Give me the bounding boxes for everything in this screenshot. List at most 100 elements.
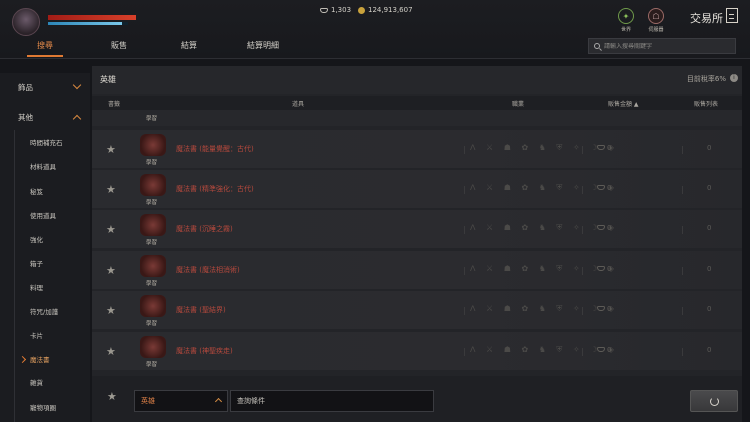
divider <box>582 348 583 356</box>
divider <box>582 267 583 275</box>
price-amount: 0 <box>607 265 612 273</box>
hp-bar-fill <box>48 15 136 20</box>
server-label: 伺服器 <box>648 27 664 33</box>
col-bookmark[interactable]: 書籤 <box>108 99 120 108</box>
search-input[interactable] <box>604 42 724 50</box>
col-price[interactable]: 販售金額 ▲ <box>608 99 639 108</box>
bookmark-star-icon[interactable]: ★ <box>106 345 116 358</box>
bookmark-star-icon[interactable]: ★ <box>106 183 116 196</box>
mp-bar-fill <box>48 22 122 25</box>
tab-sell[interactable]: 販售 <box>96 36 142 56</box>
table-row[interactable]: ★ 學習 魔法書 (神聖疾走) ᐱ ⚔ ☗ ✿ ♞ ⛨ ✧ ☽ ◈ 0 0 <box>92 332 742 370</box>
bookmark-filter-star-icon[interactable]: ★ <box>107 390 117 403</box>
query-conditions-input[interactable]: 查詢條件 <box>230 390 434 412</box>
spellbook-item-icon <box>140 295 166 317</box>
gem-icon <box>597 347 605 352</box>
class-filter-title: 英雄 <box>100 75 116 84</box>
tab-settlement-details[interactable]: 結算明細 <box>236 36 290 56</box>
info-icon[interactable]: i <box>730 74 738 82</box>
gold-amount: 124,913,607 <box>368 6 413 14</box>
price-value: 0 <box>597 305 611 313</box>
class-select-value: 英雄 <box>141 397 155 405</box>
table-row[interactable]: ★ 學習 魔法書 (聖結界) ᐱ ⚔ ☗ ✿ ♞ ⛨ ✧ ☽ ◈ 0 0 <box>92 291 742 329</box>
item-name[interactable]: 魔法書 (沉睡之霧) <box>176 224 233 234</box>
divider <box>582 307 583 315</box>
table-row[interactable]: ★ 學習 魔法書 (精準強化：古代) ᐱ ⚔ ☗ ✿ ♞ ⛨ ✧ ☽ ◈ 0 0 <box>92 170 742 208</box>
sidebar-item-cooking[interactable]: 料理 <box>14 276 90 300</box>
gem-currency: 1,303 <box>320 6 351 14</box>
sidebar-item-pet-collar[interactable]: 寵物項圈 <box>14 396 90 420</box>
world-label: 世界 <box>620 27 631 33</box>
sidebar-item-cards[interactable]: 卡片 <box>14 324 90 348</box>
chevron-down-icon <box>72 80 82 90</box>
class-icons: ᐱ ⚔ ☗ ✿ ♞ ⛨ ✧ ☽ ◈ <box>470 304 619 313</box>
filter-bar: ★ 英雄 查詢條件 <box>92 376 742 422</box>
tax-rate: 目前稅率6% <box>686 75 726 83</box>
class-icons: ᐱ ⚔ ☗ ✿ ♞ ⛨ ✧ ☽ ◈ <box>470 264 619 273</box>
table-row[interactable]: ★ 學習 魔法書 (魔法相消術) ᐱ ⚔ ☗ ✿ ♞ ⛨ ✧ ☽ ◈ 0 0 <box>92 251 742 289</box>
mp-bar <box>48 22 128 25</box>
table-row-partial: 學習 <box>92 110 742 126</box>
item-name[interactable]: 魔法書 (聖結界) <box>176 305 226 315</box>
col-item[interactable]: 道具 <box>292 99 304 108</box>
sidebar-item-boxes[interactable]: 箱子 <box>14 252 90 276</box>
sidebar-item-spellbooks[interactable]: 魔法書 <box>14 348 90 372</box>
sidebar-item-materials[interactable]: 材料道具 <box>14 155 90 179</box>
search-box[interactable] <box>588 38 736 54</box>
sidebar-item-enhance[interactable]: 強化 <box>14 228 90 252</box>
tab-settlement[interactable]: 結算 <box>166 36 212 56</box>
search-icon <box>594 43 600 49</box>
learn-tag: 學習 <box>146 200 158 206</box>
item-name[interactable]: 魔法書 (魔法相消術) <box>176 265 240 275</box>
learn-tag: 學習 <box>146 240 158 246</box>
learn-tag: 學習 <box>146 362 158 368</box>
column-header: 書籤 道具 職業 販售金額 ▲ 販售列表 <box>92 96 742 110</box>
bookmark-star-icon[interactable]: ★ <box>106 223 116 236</box>
sidebar-item-time-stone[interactable]: 時間補充石 <box>14 131 90 155</box>
bookmark-star-icon[interactable]: ★ <box>106 304 116 317</box>
listing-count: 0 <box>707 224 712 232</box>
item-name[interactable]: 魔法書 (精準強化：古代) <box>176 184 254 194</box>
world-button[interactable]: ✦ 世界 <box>617 8 635 33</box>
price-value: 0 <box>597 184 611 192</box>
class-icons: ᐱ ⚔ ☗ ✿ ♞ ⛨ ✧ ☽ ◈ <box>470 143 619 152</box>
divider <box>464 307 465 315</box>
avatar[interactable] <box>12 8 40 36</box>
price-amount: 0 <box>607 144 612 152</box>
sidebar-item-secret-book[interactable]: 秘笈 <box>14 180 90 204</box>
table-row[interactable]: ★ 學習 魔法書 (能量覺醒：古代) ᐱ ⚔ ☗ ✿ ♞ ⛨ ✧ ☽ ◈ 0 0 <box>92 130 742 168</box>
divider <box>464 146 465 154</box>
category-label: 飾品 <box>18 83 33 92</box>
sidebar-item-consumables[interactable]: 使用道具 <box>14 204 90 228</box>
class-select[interactable]: 英雄 <box>134 390 228 412</box>
table-row[interactable]: ★ 學習 魔法書 (沉睡之霧) ᐱ ⚔ ☗ ✿ ♞ ⛨ ✧ ☽ ◈ 0 0 <box>92 210 742 248</box>
listing-count: 0 <box>707 346 712 354</box>
category-accessories[interactable]: 飾品 <box>0 79 90 97</box>
class-icons: ᐱ ⚔ ☗ ✿ ♞ ⛨ ✧ ☽ ◈ <box>470 223 619 232</box>
sidebar-item-charms[interactable]: 符咒/加護 <box>14 300 90 324</box>
refresh-button[interactable] <box>690 390 738 412</box>
gem-amount: 1,303 <box>331 6 352 14</box>
listing-count: 0 <box>707 305 712 313</box>
col-listing[interactable]: 販售列表 <box>694 99 718 108</box>
results-header: 英雄 目前稅率6% i <box>92 66 742 94</box>
learn-tag: 學習 <box>146 281 158 287</box>
hp-bar <box>48 15 136 20</box>
bookmark-star-icon[interactable]: ★ <box>106 264 116 277</box>
price-value: 0 <box>597 144 611 152</box>
results-panel: 英雄 目前稅率6% i 書籤 道具 職業 販售金額 ▲ 販售列表 學習 ★ 學習魔… <box>92 66 742 422</box>
tab-search[interactable]: 搜尋 <box>22 36 68 57</box>
exit-icon[interactable] <box>726 8 738 23</box>
sidebar-item-misc[interactable]: 雜貨 <box>14 371 90 395</box>
col-class[interactable]: 職業 <box>512 99 524 108</box>
bookmark-star-icon[interactable]: ★ <box>106 143 116 156</box>
category-other[interactable]: 其他 <box>0 109 90 127</box>
divider <box>682 226 683 234</box>
item-name[interactable]: 魔法書 (能量覺醒：古代) <box>176 144 254 154</box>
server-button[interactable]: ☖ 伺服器 <box>645 8 667 33</box>
price-amount: 0 <box>607 224 612 232</box>
spellbook-item-icon <box>140 336 166 358</box>
divider <box>464 267 465 275</box>
divider <box>582 146 583 154</box>
item-name[interactable]: 魔法書 (神聖疾走) <box>176 346 233 356</box>
